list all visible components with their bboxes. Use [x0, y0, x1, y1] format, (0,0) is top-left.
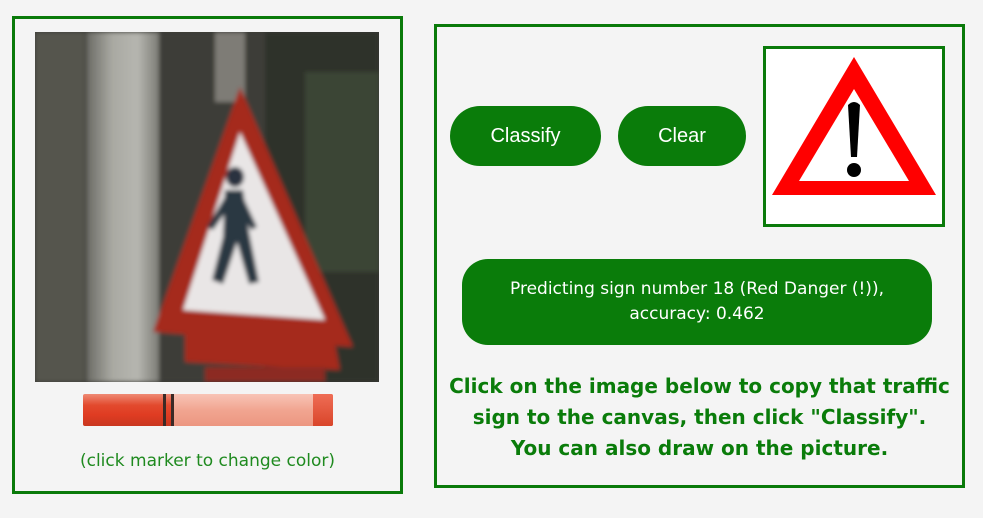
- drawing-canvas[interactable]: [35, 32, 379, 382]
- clear-button[interactable]: Clear: [618, 106, 746, 166]
- marker-stripe: [171, 394, 174, 426]
- canvas-image: [35, 32, 379, 382]
- marker-cap: [313, 394, 333, 426]
- marker-stripe: [163, 394, 166, 426]
- warning-triangle-exclamation-icon: [772, 57, 936, 195]
- classifier-panel: Classify Clear Predicting sign number 18…: [434, 24, 965, 488]
- prediction-line-2: accuracy: 0.462: [629, 304, 765, 324]
- drawing-panel: (click marker to change color): [12, 16, 403, 494]
- marker-light-section: [173, 394, 313, 426]
- prediction-line-1: Predicting sign number 18 (Red Danger (!…: [510, 279, 884, 299]
- instructions-line-1: Click on the image below to copy that tr…: [449, 374, 950, 398]
- color-marker[interactable]: [83, 394, 333, 426]
- classify-button[interactable]: Classify: [450, 106, 601, 166]
- instructions-line-2: sign to the canvas, then click "Classify…: [472, 405, 927, 429]
- instructions-line-3: You can also draw on the picture.: [510, 436, 889, 460]
- marker-hint: (click marker to change color): [79, 451, 335, 471]
- prediction-result: Predicting sign number 18 (Red Danger (!…: [462, 259, 932, 345]
- instructions: Click on the image below to copy that tr…: [437, 371, 962, 464]
- sample-sign-image[interactable]: [763, 46, 945, 227]
